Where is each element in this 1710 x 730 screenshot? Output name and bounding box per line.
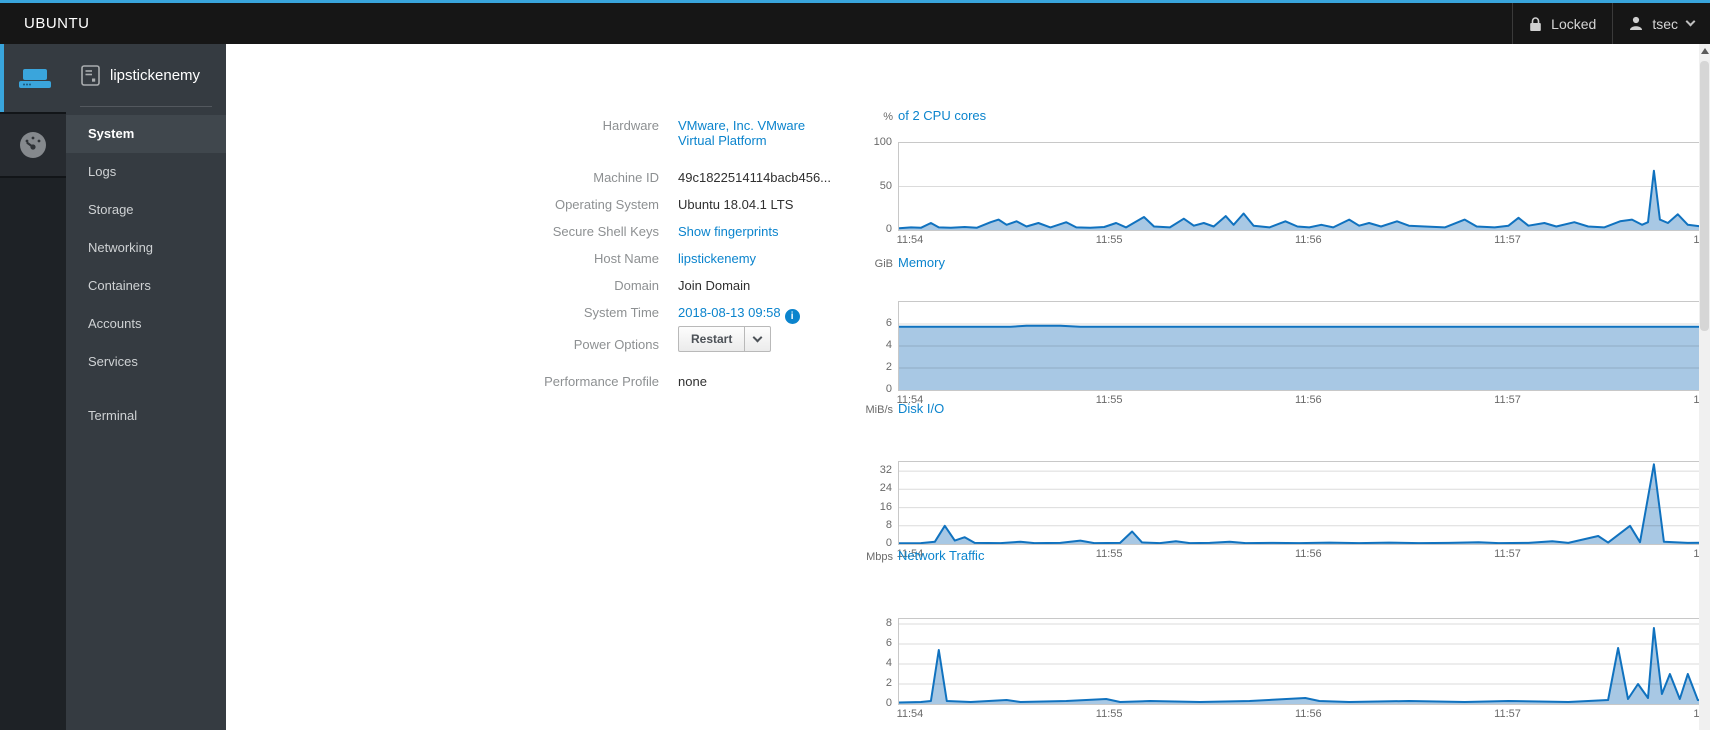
x-axis-tick-label: 11:57 bbox=[1494, 234, 1521, 246]
y-axis-tick-label: 8 bbox=[885, 617, 892, 629]
user-icon bbox=[1630, 16, 1643, 30]
machine-id-label: Machine ID bbox=[593, 170, 659, 185]
x-axis-tick-label: 11:55 bbox=[1095, 394, 1123, 406]
show-fingerprints-link[interactable]: Show fingerprints bbox=[678, 224, 778, 239]
brand-logo: UBUNTU bbox=[24, 15, 90, 32]
gauge-icon bbox=[20, 132, 46, 158]
host-name: lipstickenemy bbox=[110, 66, 201, 84]
network-chart-plot[interactable] bbox=[898, 618, 1710, 705]
chevron-down-icon bbox=[1685, 16, 1696, 27]
restart-dropdown-button[interactable] bbox=[745, 326, 772, 352]
hardware-label: Hardware bbox=[602, 118, 659, 133]
lock-icon bbox=[1530, 16, 1541, 31]
memory-chart-title-link[interactable]: Memory bbox=[898, 255, 945, 270]
sidebar-item-system[interactable]: System bbox=[66, 115, 226, 153]
disk-chart-title-link[interactable]: Disk I/O bbox=[898, 401, 944, 416]
system-time-label: System Time bbox=[583, 305, 659, 320]
sidebar-divider bbox=[80, 106, 212, 107]
disk-chart-plot[interactable] bbox=[898, 461, 1710, 545]
cpu-chart-plot[interactable] bbox=[898, 142, 1710, 231]
x-axis-tick-label: 11:57 bbox=[1494, 394, 1521, 406]
x-axis-tick-label: 11:54 bbox=[896, 708, 924, 720]
y-axis-tick-label: 4 bbox=[885, 657, 892, 669]
cpu-chart-title-link[interactable]: of 2 CPU cores bbox=[898, 108, 986, 123]
host-switcher[interactable]: lipstickenemy bbox=[66, 44, 226, 106]
hostname-label: Host Name bbox=[593, 251, 659, 266]
machine-id-value: 49c1822514114bacb456... bbox=[678, 170, 832, 185]
y-axis-tick-label: 100 bbox=[873, 136, 892, 148]
x-axis-tick-label: 11:57 bbox=[1494, 548, 1521, 560]
y-axis-tick-label: 0 bbox=[885, 697, 892, 709]
os-label: Operating System bbox=[554, 197, 659, 212]
y-axis-tick-label: 0 bbox=[885, 223, 892, 235]
scrollbar-thumb[interactable] bbox=[1700, 61, 1709, 331]
sidebar-item-accounts[interactable]: Accounts bbox=[66, 305, 226, 343]
memory-chart-plot[interactable] bbox=[898, 301, 1710, 391]
sidebar-item-services[interactable]: Services bbox=[66, 343, 226, 381]
x-axis-tick-label: 11:57 bbox=[1494, 708, 1521, 720]
sidebar: lipstickenemy System Logs Storage Networ… bbox=[66, 44, 226, 730]
performance-profile-label: Performance Profile bbox=[544, 374, 659, 389]
performance-profile-value: none bbox=[678, 374, 707, 389]
y-axis-tick-label: 24 bbox=[879, 482, 892, 495]
user-menu[interactable]: tsec bbox=[1612, 3, 1710, 44]
power-options-label: Power Options bbox=[573, 337, 659, 352]
app-rail bbox=[0, 44, 66, 730]
y-axis-tick-label: 2 bbox=[885, 361, 892, 373]
network-unit-label: Mbps bbox=[866, 551, 893, 563]
network-chart-title-link[interactable]: Network Traffic bbox=[898, 548, 984, 563]
y-axis-tick-label: 32 bbox=[879, 464, 892, 477]
join-domain-link[interactable]: Join Domain bbox=[678, 278, 750, 293]
y-axis-tick-label: 0 bbox=[885, 383, 892, 395]
domain-label: Domain bbox=[614, 278, 659, 293]
cpu-unit-label: % bbox=[883, 111, 893, 123]
os-value: Ubuntu 18.04.1 LTS bbox=[678, 197, 794, 212]
hardware-link[interactable]: VMware, Inc. VMware Virtual Platform bbox=[678, 118, 808, 148]
restart-button[interactable]: Restart bbox=[678, 326, 746, 352]
x-axis-tick-label: 11:56 bbox=[1294, 234, 1322, 246]
x-axis-tick-label: 11:56 bbox=[1294, 708, 1322, 720]
y-axis-tick-label: 16 bbox=[879, 500, 892, 513]
sidebar-item-terminal[interactable]: Terminal bbox=[66, 397, 226, 435]
y-axis-tick-label: 50 bbox=[879, 179, 892, 192]
x-axis-tick-label: 11:56 bbox=[1294, 394, 1322, 406]
hostname-link[interactable]: lipstickenemy bbox=[678, 251, 756, 266]
y-axis-tick-label: 4 bbox=[885, 339, 892, 351]
chevron-down-icon bbox=[752, 332, 763, 342]
vertical-scrollbar[interactable] bbox=[1699, 44, 1710, 730]
sidebar-item-storage[interactable]: Storage bbox=[66, 191, 226, 229]
locked-label: Locked bbox=[1551, 15, 1597, 32]
x-axis-tick-label: 11:55 bbox=[1095, 548, 1123, 560]
rail-item-dashboard[interactable] bbox=[0, 112, 66, 178]
top-navbar: UBUNTU Locked tsec bbox=[0, 0, 1710, 44]
server-icon bbox=[19, 68, 51, 88]
y-axis-tick-label: 8 bbox=[885, 518, 892, 531]
x-axis-tick-label: 11:55 bbox=[1095, 708, 1123, 720]
y-axis-tick-label: 6 bbox=[885, 317, 892, 329]
y-axis-tick-label: 6 bbox=[885, 637, 892, 649]
system-time-link[interactable]: 2018-08-13 09:58 bbox=[678, 305, 781, 320]
rail-item-machine[interactable] bbox=[0, 44, 66, 112]
locked-indicator[interactable]: Locked bbox=[1512, 3, 1612, 44]
ssh-keys-label: Secure Shell Keys bbox=[552, 224, 659, 239]
x-axis-tick-label: 11:54 bbox=[896, 234, 924, 246]
user-name: tsec bbox=[1652, 15, 1678, 32]
y-axis-tick-label: 2 bbox=[885, 677, 892, 689]
x-axis-tick-label: 11:56 bbox=[1294, 548, 1322, 560]
sidebar-item-networking[interactable]: Networking bbox=[66, 229, 226, 267]
sidebar-item-logs[interactable]: Logs bbox=[66, 153, 226, 191]
x-axis-tick-label: 11:55 bbox=[1095, 234, 1123, 246]
disk-unit-label: MiB/s bbox=[865, 404, 894, 416]
memory-unit-label: GiB bbox=[874, 258, 893, 270]
scroll-up-arrow-icon[interactable] bbox=[1701, 48, 1709, 54]
sidebar-item-containers[interactable]: Containers bbox=[66, 267, 226, 305]
host-icon bbox=[81, 64, 100, 86]
system-info-panel: Hardware VMware, Inc. VMware Virtual Pla… bbox=[526, 118, 831, 401]
time-info-icon[interactable]: i bbox=[784, 309, 800, 324]
main-content: Hardware VMware, Inc. VMware Virtual Pla… bbox=[226, 44, 1710, 730]
